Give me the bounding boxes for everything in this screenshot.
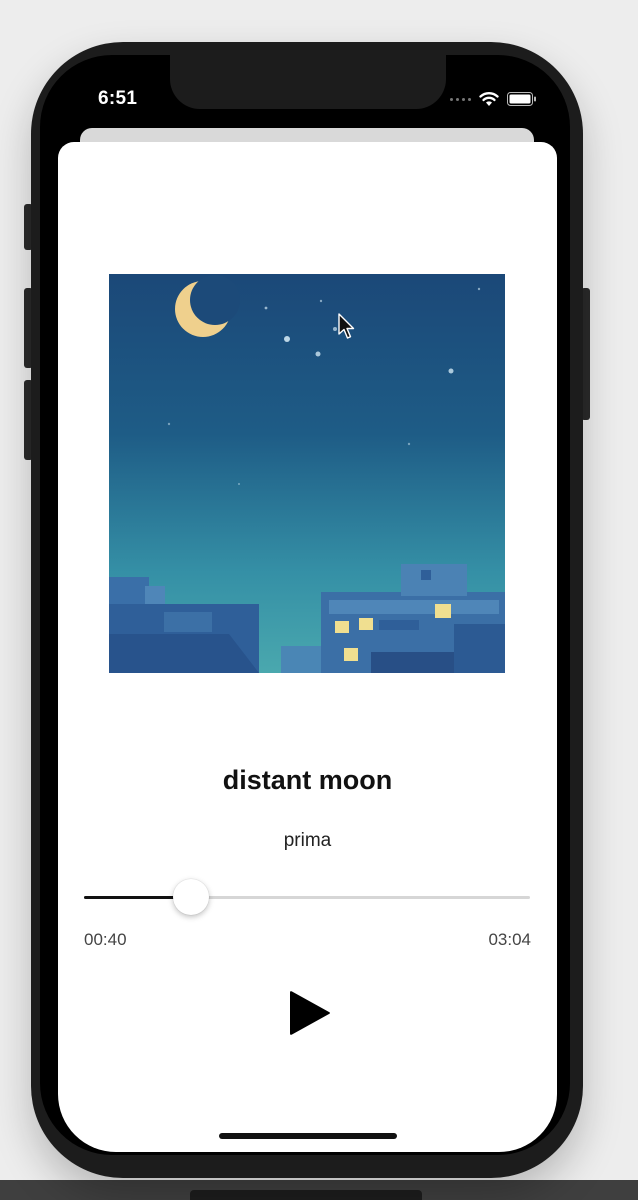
phone-notch (170, 55, 446, 109)
wifi-icon (479, 92, 499, 106)
track-title: distant moon (222, 765, 393, 795)
mouse-cursor-icon (338, 313, 355, 339)
video-bottom-strip (0, 1180, 638, 1200)
signal-dots-icon (450, 97, 471, 101)
track-artist: prima (283, 830, 332, 851)
home-indicator (219, 1133, 397, 1139)
now-playing-sheet: distant moon prima 00:40 03:04 (58, 142, 557, 1152)
playback-progress-slider[interactable] (84, 879, 530, 915)
total-duration: 03:04 (488, 930, 531, 949)
slider-thumb[interactable] (173, 879, 210, 915)
status-icons (450, 89, 537, 109)
album-art-night-sky-moon (109, 274, 505, 673)
video-bottom-tab (190, 1190, 422, 1200)
play-icon[interactable] (283, 987, 335, 1039)
battery-icon (507, 92, 536, 106)
status-time: 6:51 (98, 88, 138, 109)
elapsed-time: 00:40 (84, 930, 127, 949)
